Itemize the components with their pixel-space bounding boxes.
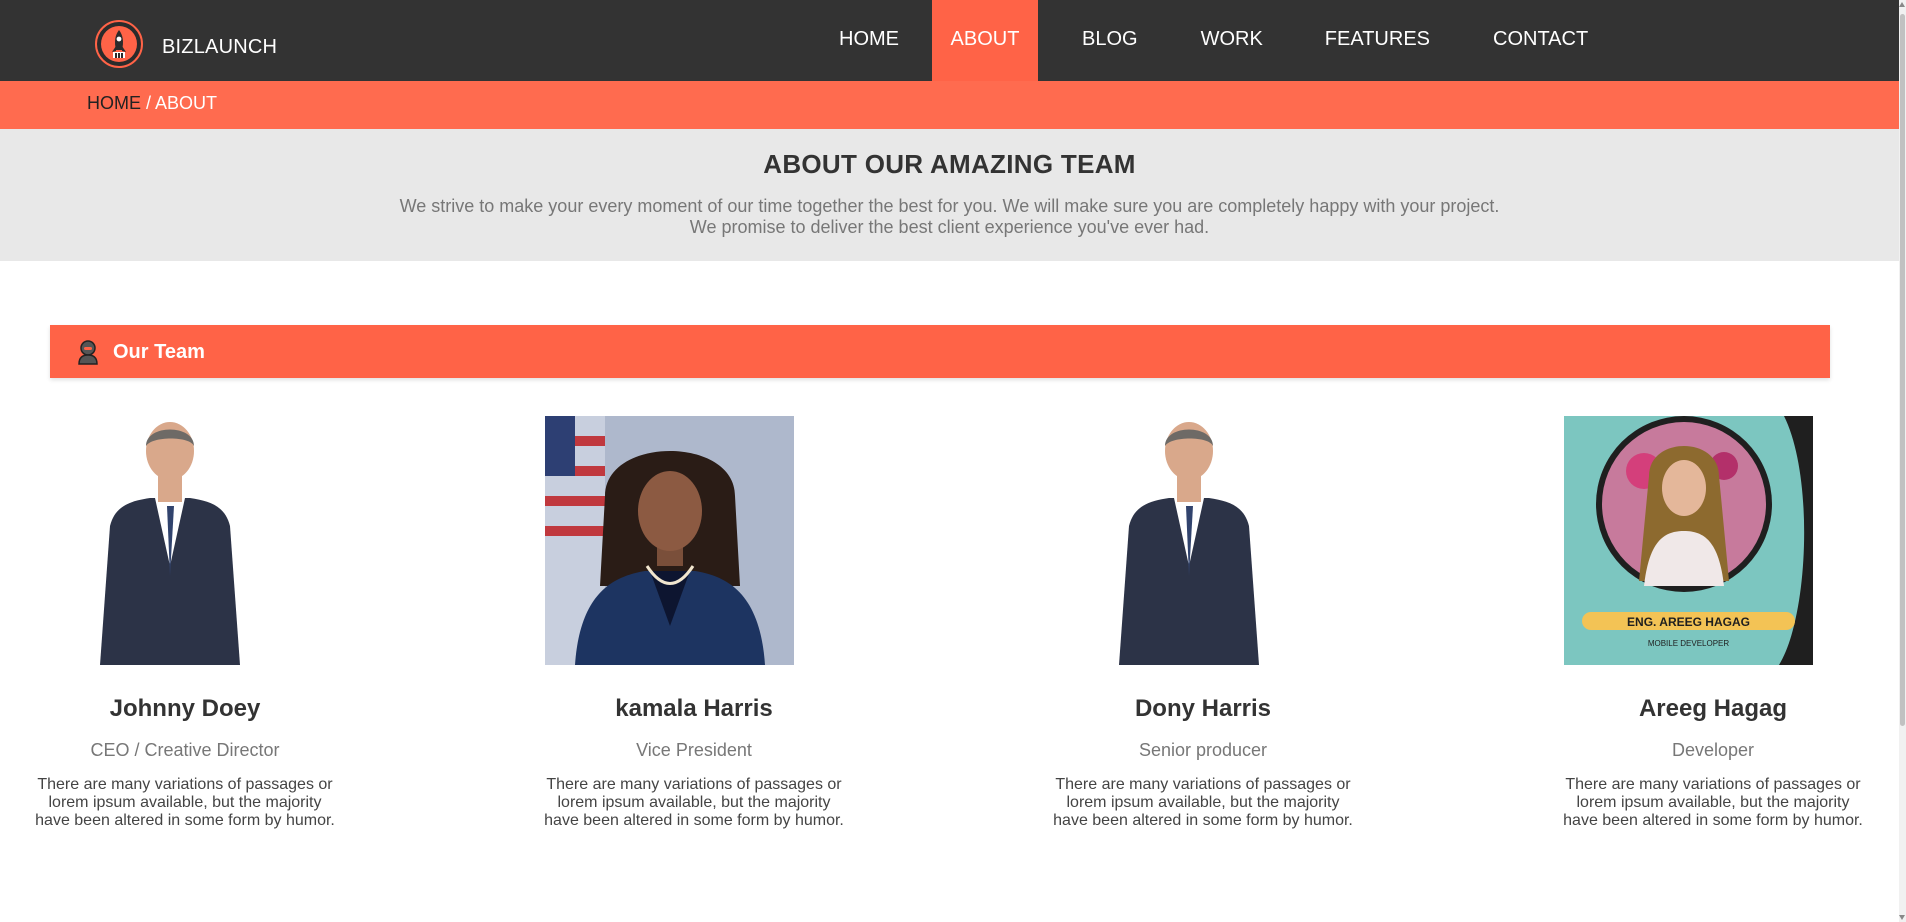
breadcrumb-current: ABOUT <box>155 93 218 113</box>
team-member-role: Senior producer <box>1138 740 1268 760</box>
team-member-name: kamala Harris <box>615 695 773 722</box>
nav-contact-label: CONTACT <box>1493 28 1589 50</box>
logo[interactable] <box>95 20 143 68</box>
top-navbar: BIZLAUNCH HOME ABOUT BLOG WORK FEATURES … <box>0 0 1899 81</box>
team-member-name: Dony Harris <box>1134 695 1272 722</box>
rocket-icon <box>101 26 137 62</box>
breadcrumb: HOME / ABOUT <box>87 93 217 114</box>
scroll-up-arrow-icon[interactable] <box>1899 2 1905 7</box>
team-member-bio: There are many variations of passages or… <box>1563 776 1863 829</box>
nav-features-label: FEATURES <box>1324 28 1430 50</box>
scrollbar-thumb[interactable] <box>1900 14 1905 726</box>
team-member-role: Vice President <box>636 740 752 760</box>
photo-subcaption: MOBILE DEVELOPER <box>1648 639 1730 648</box>
team-member-role: Developer <box>1671 740 1755 760</box>
breadcrumb-home[interactable]: HOME <box>87 93 141 113</box>
team-member-photo <box>70 416 319 665</box>
photo-caption: ENG. AREEG HAGAG <box>1627 615 1750 629</box>
intro-text-line-1: We strive to make your every moment of o… <box>399 196 1500 216</box>
team-member-bio: There are many variations of passages or… <box>1053 776 1353 829</box>
vertical-scrollbar[interactable] <box>1899 0 1906 922</box>
nav-about-label: ABOUT <box>950 28 1020 50</box>
team-member-name: Johnny Doey <box>109 695 261 722</box>
nav-blog[interactable]: BLOG <box>1038 0 1138 81</box>
team-member-name: Areeg Hagag <box>1638 695 1788 722</box>
team-member-bio: There are many variations of passages or… <box>35 776 335 829</box>
team-member-photo <box>545 416 794 665</box>
team-member-bio: There are many variations of passages or… <box>544 776 844 829</box>
person-icon <box>78 340 98 365</box>
scroll-down-arrow-icon[interactable] <box>1899 915 1905 920</box>
team-section-header: Our Team <box>50 325 1830 378</box>
main-nav: HOME ABOUT BLOG WORK FEATURES CONTACT <box>810 0 1588 81</box>
team-member-photo: ENG. AREEG HAGAG MOBILE DEVELOPER <box>1564 416 1813 665</box>
nav-features[interactable]: FEATURES <box>1263 0 1430 81</box>
nav-home[interactable]: HOME <box>810 0 928 81</box>
nav-blog-label: BLOG <box>1082 28 1138 50</box>
intro-section: ABOUT OUR AMAZING TEAM We strive to make… <box>0 129 1899 261</box>
intro-text-line-2: We promise to deliver the best client ex… <box>689 217 1210 237</box>
page: BIZLAUNCH HOME ABOUT BLOG WORK FEATURES … <box>0 0 1899 922</box>
team-member-photo <box>1089 416 1338 665</box>
breadcrumb-separator: / <box>141 93 156 113</box>
team-section-title: Our Team <box>113 341 205 363</box>
nav-contact[interactable]: CONTACT <box>1430 0 1588 81</box>
team-member-role: CEO / Creative Director <box>90 740 280 760</box>
nav-about[interactable]: ABOUT <box>932 0 1038 81</box>
nav-work-label: WORK <box>1200 28 1263 50</box>
nav-home-label: HOME <box>839 28 899 50</box>
nav-work[interactable]: WORK <box>1138 0 1263 81</box>
brand-name[interactable]: BIZLAUNCH <box>162 36 277 59</box>
breadcrumb-bar: HOME / ABOUT <box>0 81 1899 129</box>
page-title: ABOUT OUR AMAZING TEAM <box>763 149 1136 179</box>
